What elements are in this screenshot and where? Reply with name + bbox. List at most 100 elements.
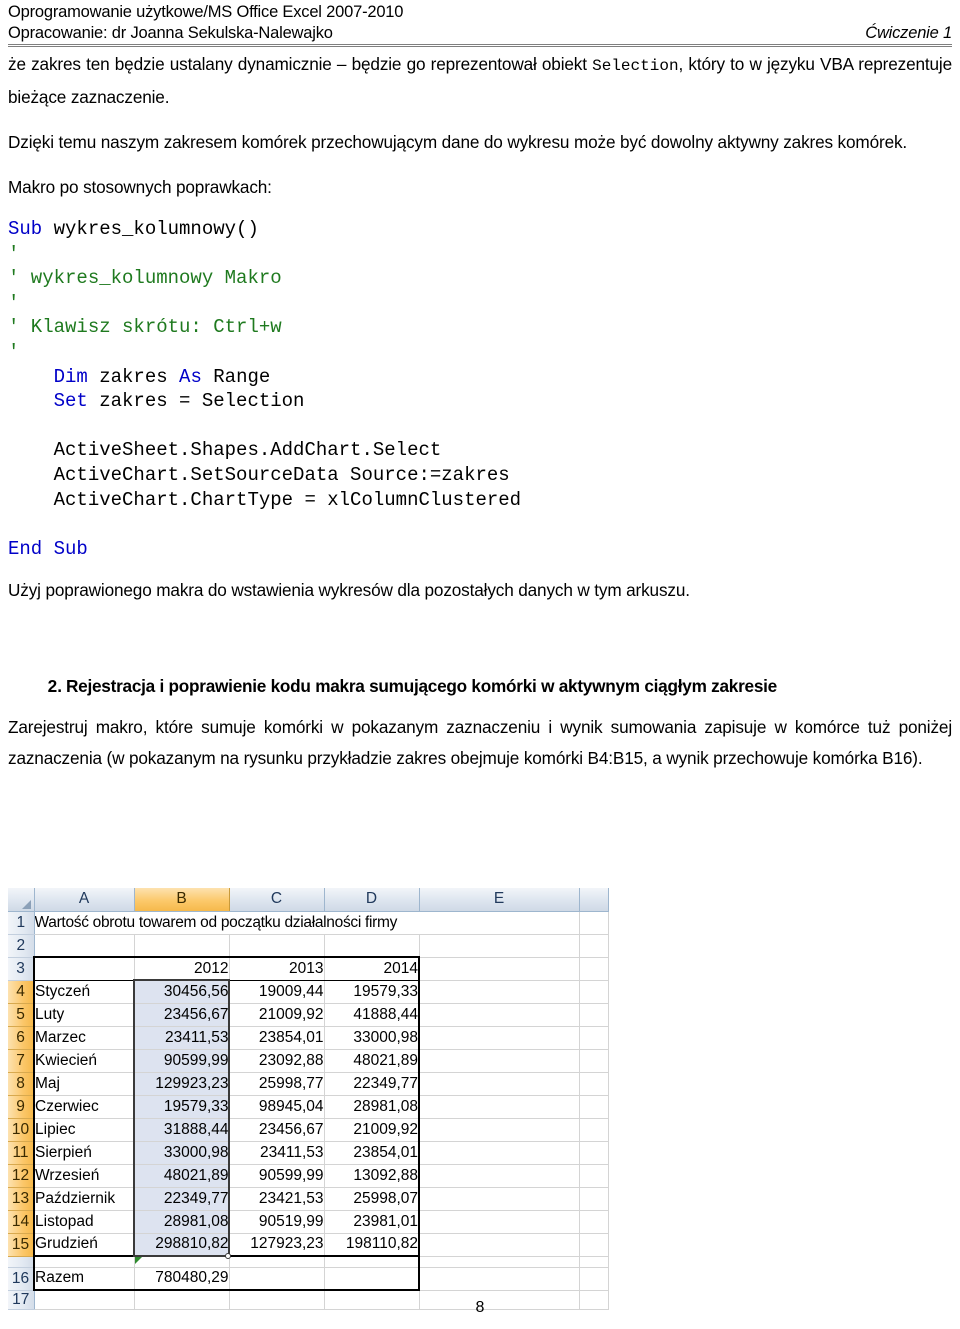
cell-B15[interactable]: 298810,82: [133, 1233, 230, 1257]
cell-gap[interactable]: [323, 1256, 420, 1268]
cell-empty[interactable]: [579, 1026, 609, 1050]
cell-empty[interactable]: [229, 934, 325, 958]
cell-D4[interactable]: 19579,33: [323, 980, 420, 1004]
cell-a3[interactable]: [33, 956, 135, 981]
row-header-9[interactable]: 9: [8, 1095, 35, 1119]
cell-gap[interactable]: [133, 1256, 230, 1268]
cell-month-12[interactable]: Wrzesień: [33, 1164, 135, 1188]
cell-B7[interactable]: 90599,99: [133, 1049, 230, 1073]
cell-empty[interactable]: [419, 957, 580, 981]
cell-C5[interactable]: 21009,92: [228, 1003, 325, 1027]
cell-empty[interactable]: [419, 1233, 580, 1257]
row-header-5[interactable]: 5: [8, 1003, 35, 1027]
column-header-b[interactable]: B: [134, 888, 230, 912]
cell-B14[interactable]: 28981,08: [133, 1210, 230, 1234]
row-header-16[interactable]: 16: [8, 1267, 35, 1291]
cell-B5[interactable]: 23456,67: [133, 1003, 230, 1027]
cell-B13[interactable]: 22349,77: [133, 1187, 230, 1211]
cell-a1-title[interactable]: Wartość obrotu towarem od początku dział…: [34, 911, 580, 935]
cell-C14[interactable]: 90519,99: [228, 1210, 325, 1234]
cell-empty[interactable]: [419, 1210, 580, 1234]
cell-f1[interactable]: [579, 911, 609, 935]
cell-B8[interactable]: 129923,23: [133, 1072, 230, 1096]
cell-B9[interactable]: 19579,33: [133, 1095, 230, 1119]
cell-D8[interactable]: 22349,77: [323, 1072, 420, 1096]
row-header-3[interactable]: 3: [8, 957, 35, 981]
cell-year-2014[interactable]: 2014: [323, 956, 420, 981]
selection-fill-handle[interactable]: [225, 1253, 231, 1259]
cell-D14[interactable]: 23981,01: [323, 1210, 420, 1234]
cell-month-7[interactable]: Kwiecień: [33, 1049, 135, 1073]
column-header-a[interactable]: A: [34, 888, 135, 912]
column-header-c[interactable]: C: [229, 888, 325, 912]
cell-D10[interactable]: 21009,92: [323, 1118, 420, 1142]
column-header-e[interactable]: E: [419, 888, 580, 912]
cell-D5[interactable]: 41888,44: [323, 1003, 420, 1027]
cell-C12[interactable]: 90599,99: [228, 1164, 325, 1188]
cell-month-10[interactable]: Lipiec: [33, 1118, 135, 1142]
cell-empty[interactable]: [324, 934, 420, 958]
cell-B6[interactable]: 23411,53: [133, 1026, 230, 1050]
cell-empty[interactable]: [579, 1187, 609, 1211]
cell-C11[interactable]: 23411,53: [228, 1141, 325, 1165]
cell-B11[interactable]: 33000,98: [133, 1141, 230, 1165]
cell-empty[interactable]: [419, 934, 580, 958]
row-header-11[interactable]: 11: [8, 1141, 35, 1165]
cell-year-2012[interactable]: 2012: [133, 956, 230, 981]
cell-empty[interactable]: [579, 1210, 609, 1234]
cell-gap[interactable]: [228, 1256, 325, 1268]
cell-empty[interactable]: [579, 1095, 609, 1119]
cell-empty[interactable]: [579, 1256, 609, 1268]
cell-C4[interactable]: 19009,44: [228, 980, 325, 1004]
cell-empty[interactable]: [419, 1256, 580, 1268]
cell-gap[interactable]: [33, 1256, 135, 1268]
cell-empty[interactable]: [579, 1072, 609, 1096]
cell-D11[interactable]: 23854,01: [323, 1141, 420, 1165]
row-header-4[interactable]: 4: [8, 980, 35, 1004]
select-all-corner[interactable]: [8, 888, 35, 912]
row-header-7[interactable]: 7: [8, 1049, 35, 1073]
cell-empty[interactable]: [579, 1003, 609, 1027]
cell-C8[interactable]: 25998,77: [228, 1072, 325, 1096]
cell-empty[interactable]: [34, 934, 135, 958]
row-header-10[interactable]: 10: [8, 1118, 35, 1142]
cell-month-6[interactable]: Marzec: [33, 1026, 135, 1050]
cell-month-5[interactable]: Luty: [33, 1003, 135, 1027]
cell-D6[interactable]: 33000,98: [323, 1026, 420, 1050]
cell-B4[interactable]: 30456,56: [133, 980, 230, 1004]
cell-empty[interactable]: [419, 1141, 580, 1165]
cell-empty[interactable]: [579, 980, 609, 1004]
cell-C7[interactable]: 23092,88: [228, 1049, 325, 1073]
cell-empty[interactable]: [579, 1267, 609, 1291]
row-header-13[interactable]: 13: [8, 1187, 35, 1211]
cell-D13[interactable]: 25998,07: [323, 1187, 420, 1211]
cell-D9[interactable]: 28981,08: [323, 1095, 420, 1119]
row-header-8[interactable]: 8: [8, 1072, 35, 1096]
cell-month-8[interactable]: Maj: [33, 1072, 135, 1096]
cell-month-15[interactable]: Grudzień: [33, 1233, 135, 1257]
cell-empty[interactable]: [579, 1164, 609, 1188]
cell-empty[interactable]: [419, 1118, 580, 1142]
cell-empty[interactable]: [419, 1164, 580, 1188]
cell-empty[interactable]: [419, 1095, 580, 1119]
cell-D15[interactable]: 198110,82: [323, 1233, 420, 1257]
cell-empty[interactable]: [579, 1118, 609, 1142]
cell-month-11[interactable]: Sierpień: [33, 1141, 135, 1165]
cell-empty[interactable]: [134, 934, 230, 958]
cell-a16-total-label[interactable]: Razem: [33, 1267, 135, 1291]
cell-empty[interactable]: [419, 1187, 580, 1211]
row-header-15[interactable]: 15: [8, 1233, 35, 1257]
cell-empty[interactable]: [579, 957, 609, 981]
row-header-6[interactable]: 6: [8, 1026, 35, 1050]
cell-empty[interactable]: [579, 1141, 609, 1165]
cell-D16[interactable]: [323, 1267, 420, 1291]
cell-C9[interactable]: 98945,04: [228, 1095, 325, 1119]
cell-empty[interactable]: [579, 934, 609, 958]
cell-empty[interactable]: [419, 1003, 580, 1027]
cell-B16[interactable]: 780480,29: [133, 1267, 230, 1291]
cell-C13[interactable]: 23421,53: [228, 1187, 325, 1211]
cell-D12[interactable]: 13092,88: [323, 1164, 420, 1188]
cell-empty[interactable]: [579, 1233, 609, 1257]
cell-empty[interactable]: [419, 1026, 580, 1050]
cell-year-2013[interactable]: 2013: [228, 956, 325, 981]
